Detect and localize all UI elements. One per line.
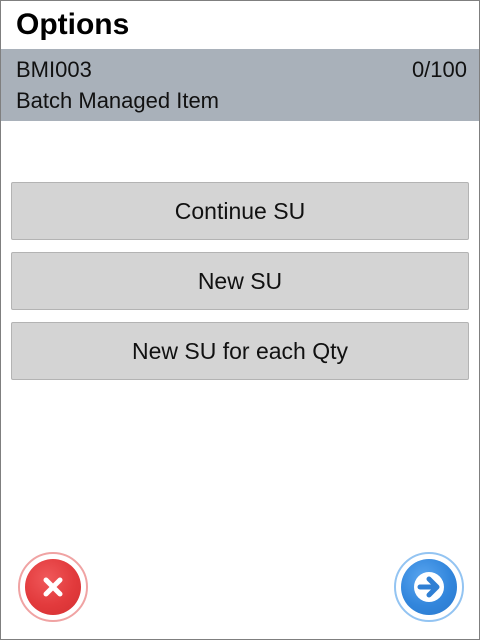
- item-quantity: 0/100: [411, 57, 467, 82]
- cancel-button[interactable]: [18, 552, 88, 622]
- options-screen: Options BMI003 0/100 Batch Managed Item …: [0, 0, 480, 640]
- new-su-button[interactable]: New SU: [11, 252, 469, 310]
- close-x-icon: [25, 559, 81, 615]
- continue-su-button[interactable]: Continue SU: [11, 182, 469, 240]
- item-code: BMI003: [16, 57, 92, 82]
- item-description: Batch Managed Item: [16, 88, 220, 113]
- item-info-bar: BMI003 0/100 Batch Managed Item: [1, 49, 479, 121]
- new-su-for-each-qty-button[interactable]: New SU for each Qty: [11, 322, 469, 380]
- arrow-right-icon: [401, 559, 457, 615]
- next-button[interactable]: [394, 552, 464, 622]
- page-title: Options: [16, 8, 130, 41]
